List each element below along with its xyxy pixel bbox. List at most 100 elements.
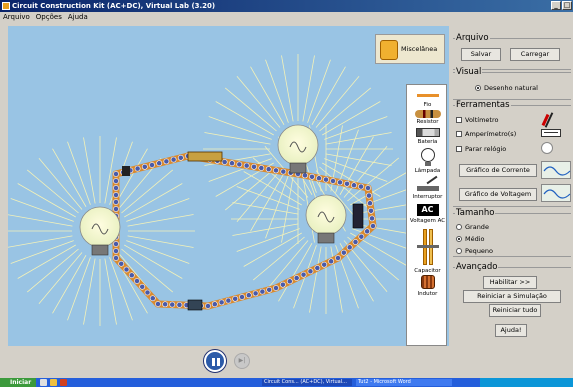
group-arquivo: Arquivo Salvar Carregar <box>453 33 571 70</box>
tool-switch[interactable]: Interruptor <box>407 175 448 200</box>
stopwatch-icon <box>541 142 553 154</box>
electron <box>113 199 119 205</box>
checkbox-box <box>456 131 462 137</box>
electron <box>340 249 347 256</box>
size-medio-radio[interactable]: Médio <box>456 235 485 243</box>
help-button[interactable]: Ajuda! <box>495 324 527 337</box>
tool-battery[interactable]: Bateria <box>407 128 448 145</box>
electron <box>369 215 375 222</box>
restart-all-button[interactable]: Reiniciar tudo <box>489 304 541 317</box>
menu-opcoes[interactable]: Opções <box>33 12 65 23</box>
load-button[interactable]: Carregar <box>510 48 560 61</box>
circuit-canvas[interactable]: Miscelânea Fio Resistor Bateria Lâmpada … <box>8 26 449 346</box>
voltmeter-checkbox[interactable]: Voltímetro <box>456 116 498 124</box>
electron <box>176 301 183 308</box>
bulb-socket <box>317 232 335 244</box>
electron <box>316 175 322 182</box>
quicklaunch-icon[interactable] <box>60 379 67 386</box>
tool-ac-source[interactable]: AC Voltagem AC <box>407 204 448 224</box>
light-bulbs <box>79 124 347 256</box>
save-button[interactable]: Salvar <box>461 48 501 61</box>
voltage-chart-button[interactable]: Gráfico de Voltagem <box>459 188 537 201</box>
ac-source-icon: AC <box>416 204 439 216</box>
maximize-button[interactable]: □ <box>562 1 572 10</box>
menu-ajuda[interactable]: Ajuda <box>65 12 91 23</box>
bag-icon <box>380 40 398 60</box>
size-medio-label: Médio <box>465 235 485 243</box>
electron <box>221 159 228 165</box>
current-chart-button[interactable]: Gráfico de Corrente <box>459 164 537 177</box>
taskbar-item-ccK[interactable]: Circuit Cons... (AC+DC), Virtual... <box>262 379 352 386</box>
battery-icon <box>415 128 440 137</box>
resistor-icon <box>414 110 441 118</box>
tool-capacitor[interactable]: Capacitor <box>407 227 448 274</box>
menu-arquivo[interactable]: Arquivo <box>0 12 33 23</box>
tool-bulb[interactable]: Lâmpada <box>407 148 448 174</box>
checkbox-box <box>456 146 462 152</box>
electron <box>239 294 245 300</box>
group-tamanho: Tamanho Grande Médio Pequeno <box>453 208 571 257</box>
restart-simulation-button[interactable]: Reiniciar a Simulação <box>463 290 561 303</box>
size-pequeno-label: Pequeno <box>465 247 494 255</box>
misc-label: Miscelânea <box>401 45 438 53</box>
electron <box>169 301 176 308</box>
tool-battery-label: Bateria <box>417 139 438 145</box>
enable-advanced-button[interactable]: Habilitar >> <box>483 276 537 289</box>
stopwatch-checkbox[interactable]: Parar relógio <box>456 145 506 153</box>
battery-part <box>122 166 130 176</box>
capacitor-icon <box>416 227 439 267</box>
tool-resistor-label: Resistor <box>416 119 439 125</box>
radio-dot <box>475 85 481 91</box>
taskbar-item-word[interactable]: Tut2 - Microsoft Word <box>356 379 452 386</box>
voltmeter-icon <box>541 112 555 128</box>
visual-natural-radio[interactable]: Desenho natural <box>475 84 538 92</box>
bulb-glass <box>305 194 347 236</box>
quicklaunch-icon[interactable] <box>40 379 47 386</box>
group-visual-title: Visual <box>455 67 483 77</box>
electron <box>273 167 279 174</box>
electron <box>155 301 161 307</box>
bulb-socket <box>91 244 109 256</box>
electron <box>364 228 371 235</box>
size-pequeno-radio[interactable]: Pequeno <box>456 247 493 255</box>
bulb-icon <box>420 148 435 162</box>
electron <box>293 275 300 281</box>
minimize-button[interactable]: _ <box>551 1 561 10</box>
stopwatch-label: Parar relógio <box>465 145 507 153</box>
electron <box>149 295 156 302</box>
electron <box>273 285 279 291</box>
step-button[interactable]: ▶| <box>234 353 250 369</box>
pause-button[interactable] <box>204 350 226 372</box>
resistor-part <box>187 151 223 162</box>
quicklaunch-icon[interactable] <box>50 379 57 386</box>
voltage-chart-icon <box>541 184 571 202</box>
start-button[interactable]: Iniciar <box>0 378 36 387</box>
tool-inductor[interactable]: Indutor <box>407 275 448 297</box>
size-grande-radio[interactable]: Grande <box>456 223 489 231</box>
electron <box>218 299 225 306</box>
electron <box>156 160 163 167</box>
radio-dot <box>456 248 462 254</box>
electron <box>314 265 321 271</box>
current-chart-icon <box>541 161 571 179</box>
electron <box>113 241 119 247</box>
wire-icon <box>416 94 439 97</box>
radio-dot <box>456 224 462 230</box>
electron <box>205 303 211 309</box>
electron <box>352 239 359 245</box>
electron <box>118 260 125 267</box>
bulb-base-icon <box>424 162 431 166</box>
light-rays <box>8 54 421 326</box>
electron <box>162 301 169 308</box>
electron <box>280 168 287 175</box>
ammeter-checkbox[interactable]: Amperímetro(s) <box>456 130 516 138</box>
tool-wire[interactable]: Fio <box>407 91 448 108</box>
miscellaneous-button[interactable]: Miscelânea <box>375 34 445 64</box>
electron <box>113 178 119 184</box>
tool-resistor[interactable]: Resistor <box>407 110 448 125</box>
tool-ac-source-label: Voltagem AC <box>409 218 446 224</box>
electron <box>170 156 177 163</box>
electron <box>321 261 328 268</box>
size-grande-label: Grande <box>465 223 489 231</box>
electron <box>113 192 119 198</box>
